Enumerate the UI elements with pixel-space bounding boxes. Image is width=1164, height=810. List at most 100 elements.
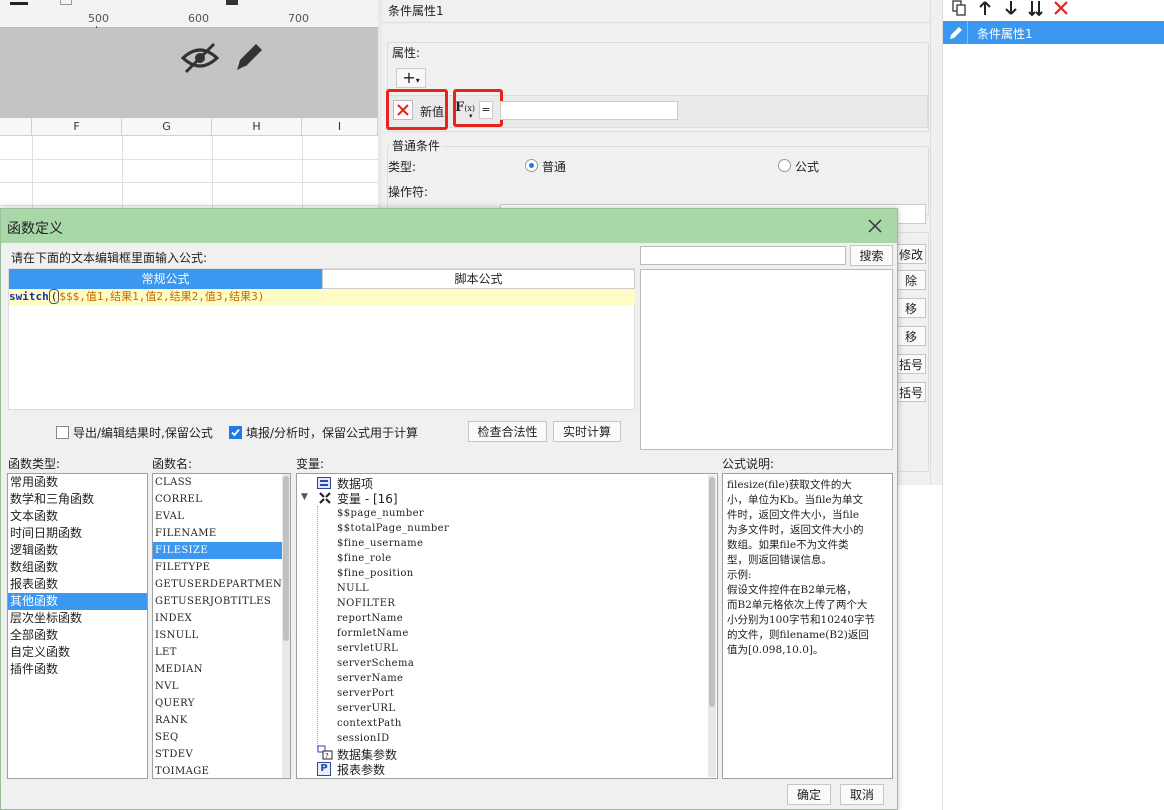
function-name-item[interactable]: CORREL (153, 491, 282, 508)
search-input[interactable] (640, 246, 846, 265)
column-header-f[interactable]: F (32, 118, 122, 136)
function-type-item[interactable]: 数学和三角函数 (8, 491, 147, 508)
variable-item[interactable]: NOFILTER (337, 598, 395, 609)
sort-icon[interactable] (1027, 0, 1045, 16)
function-type-item[interactable]: 逻辑函数 (8, 542, 147, 559)
tree-node-variables[interactable]: 变量 - [16] (337, 490, 398, 507)
function-name-item[interactable]: INDEX (153, 610, 282, 627)
variable-item[interactable]: serverSchema (337, 658, 414, 669)
formula-prompt: 请在下面的文本编辑框里面输入公式: (11, 251, 208, 265)
variable-item[interactable]: serverPort (337, 688, 394, 699)
move-down-button[interactable]: 移 (896, 326, 926, 346)
arrow-down-icon[interactable] (1003, 0, 1019, 16)
variable-item[interactable]: $fine_role (337, 553, 392, 564)
variable-item[interactable]: $$totalPage_number (337, 523, 449, 534)
delete-button[interactable]: 除 (896, 270, 926, 290)
move-up-button[interactable]: 移 (896, 298, 926, 318)
tab-regular-formula[interactable]: 常规公式 (9, 269, 322, 289)
equals-field[interactable]: = (479, 101, 493, 119)
tree-node-report-params[interactable]: 报表参数 (337, 761, 385, 778)
function-name-item[interactable]: STDEV (153, 746, 282, 763)
checkbox-fill-keep-formula[interactable] (229, 426, 242, 439)
function-name-item[interactable]: SEQ (153, 729, 282, 746)
search-button[interactable]: 搜索 (850, 245, 893, 266)
function-name-item[interactable]: GETUSERJOBTITLES (153, 593, 282, 610)
new-value-input[interactable] (500, 101, 678, 120)
variable-item[interactable]: formletName (337, 628, 409, 639)
function-name-scrollbar[interactable] (282, 474, 290, 778)
function-name-item[interactable]: FILENAME (153, 525, 282, 542)
function-type-list[interactable]: 常用函数 数学和三角函数 文本函数 时间日期函数 逻辑函数 数组函数 报表函数 其他函数 层次坐… (7, 473, 148, 779)
function-name-item[interactable]: EVAL (153, 508, 282, 525)
condition-item-selected[interactable]: 条件属性1 (943, 21, 1164, 44)
variable-scrollbar[interactable] (708, 475, 716, 777)
function-name-item[interactable]: GETUSERDEPARTMENTS (153, 576, 290, 593)
function-name-item[interactable]: FILETYPE (153, 559, 282, 576)
radio-formula[interactable] (778, 159, 791, 172)
formula-line[interactable]: switch($$$,值1,结果1,值2,结果2,值3,结果3) (9, 289, 635, 305)
function-name-item[interactable]: CLASS (153, 474, 282, 491)
variable-tree[interactable]: 数据项 ▼ 变量 - [16] $$page_number $$totalPage… (296, 473, 718, 779)
function-name-list[interactable]: CLASS CORREL EVAL FILENAME FILESIZE FILETYPE G… (152, 473, 291, 779)
function-type-item[interactable]: 文本函数 (8, 508, 147, 525)
function-type-item[interactable]: 自定义函数 (8, 644, 147, 661)
add-attribute-button[interactable]: +▾ (396, 68, 426, 88)
type-label: 类型: (388, 160, 417, 174)
variable-item[interactable]: serverName (337, 673, 403, 684)
function-type-item[interactable]: 报表函数 (8, 576, 147, 593)
column-header-h[interactable]: H (212, 118, 302, 136)
add-bracket-button[interactable]: 括号 (896, 354, 926, 374)
eye-slash-icon[interactable] (180, 40, 220, 76)
realtime-calc-button[interactable]: 实时计算 (553, 421, 621, 442)
function-type-item[interactable]: 常用函数 (8, 474, 147, 491)
copy-icon[interactable] (951, 0, 967, 16)
variable-item[interactable]: contextPath (337, 718, 402, 729)
variable-item[interactable]: $fine_position (337, 568, 414, 579)
column-header-i[interactable]: I (302, 118, 378, 136)
radio-common[interactable] (525, 159, 538, 172)
column-header-g[interactable]: G (122, 118, 212, 136)
function-name-item[interactable]: RANK (153, 712, 282, 729)
formula-args: $$$,值1,结果1,值2,结果2,值3,结果3 (59, 290, 258, 303)
function-name-item[interactable]: FILESIZE (153, 542, 282, 559)
function-type-item[interactable]: 全部函数 (8, 627, 147, 644)
formula-editor[interactable]: 常规公式 脚本公式 switch($$$,值1,结果1,值2,结果2,值3,结果… (8, 268, 635, 410)
close-icon[interactable] (867, 218, 883, 234)
variable-item[interactable]: NULL (337, 583, 369, 594)
modify-button[interactable]: 修改 (896, 244, 926, 264)
function-name-item[interactable]: QUERY (153, 695, 282, 712)
fx-icon: F (455, 100, 465, 115)
variable-item[interactable]: $fine_username (337, 538, 423, 549)
check-validity-button[interactable]: 检查合法性 (468, 421, 547, 442)
function-type-item[interactable]: 时间日期函数 (8, 525, 147, 542)
function-name-item[interactable]: NVL (153, 678, 282, 695)
function-type-item[interactable]: 数组函数 (8, 559, 147, 576)
function-name-item[interactable]: TOIMAGE (153, 763, 282, 778)
formula-button[interactable]: F(x) ▾ (455, 100, 477, 120)
cancel-button[interactable]: 取消 (840, 784, 884, 805)
expand-arrow-icon[interactable]: ▼ (301, 492, 308, 502)
ok-button[interactable]: 确定 (787, 784, 831, 805)
dialog-titlebar[interactable]: 函数定义 (1, 209, 897, 243)
delete-attribute-button[interactable] (393, 100, 413, 120)
function-type-item[interactable]: 其他函数 (8, 593, 147, 610)
checkbox-export-label: 导出/编辑结果时,保留公式 (73, 426, 213, 440)
variable-item[interactable]: serverURL (337, 703, 395, 714)
variable-item[interactable]: reportName (337, 613, 403, 624)
variable-item[interactable]: servletURL (337, 643, 398, 654)
arrow-up-icon[interactable] (977, 0, 993, 16)
function-name-item[interactable]: LET (153, 644, 282, 661)
close-icon[interactable] (1053, 0, 1069, 16)
pencil-icon[interactable] (232, 40, 266, 74)
variable-item[interactable]: $$page_number (337, 508, 424, 519)
function-type-item[interactable]: 层次坐标函数 (8, 610, 147, 627)
checkbox-export-keep-formula[interactable] (56, 426, 69, 439)
remove-bracket-button[interactable]: 括号 (896, 382, 926, 402)
variable-item[interactable]: sessionID (337, 733, 390, 744)
tab-script-formula[interactable]: 脚本公式 (322, 269, 635, 289)
function-name-item[interactable]: ISNULL (153, 627, 282, 644)
function-name-item[interactable]: MEDIAN (153, 661, 282, 678)
search-results[interactable] (640, 269, 893, 450)
radio-common-label: 普通 (542, 160, 567, 174)
function-type-item[interactable]: 插件函数 (8, 661, 147, 678)
